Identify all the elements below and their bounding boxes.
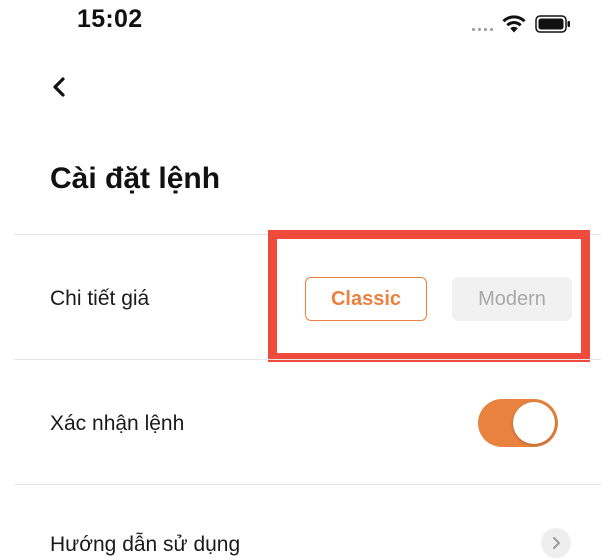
guide-chevron-button[interactable]	[541, 528, 571, 558]
battery-icon	[535, 15, 570, 33]
price-detail-label: Chi tiết giá	[50, 287, 150, 310]
guide-label[interactable]: Hướng dẫn sử dụng	[50, 533, 240, 557]
chevron-right-icon	[553, 537, 560, 549]
divider	[14, 359, 601, 360]
status-icons	[472, 14, 571, 34]
toggle-knob	[513, 402, 555, 444]
page-title: Cài đặt lệnh	[50, 162, 221, 195]
wifi-icon	[502, 15, 526, 33]
divider	[14, 484, 601, 485]
signal-dots-icon	[472, 27, 493, 31]
order-confirm-toggle[interactable]	[478, 399, 558, 447]
chevron-left-icon	[53, 77, 65, 97]
status-time: 15:02	[77, 5, 143, 33]
order-confirm-label: Xác nhận lệnh	[50, 412, 185, 435]
highlight-annotation	[268, 230, 590, 362]
back-button[interactable]	[44, 72, 74, 102]
